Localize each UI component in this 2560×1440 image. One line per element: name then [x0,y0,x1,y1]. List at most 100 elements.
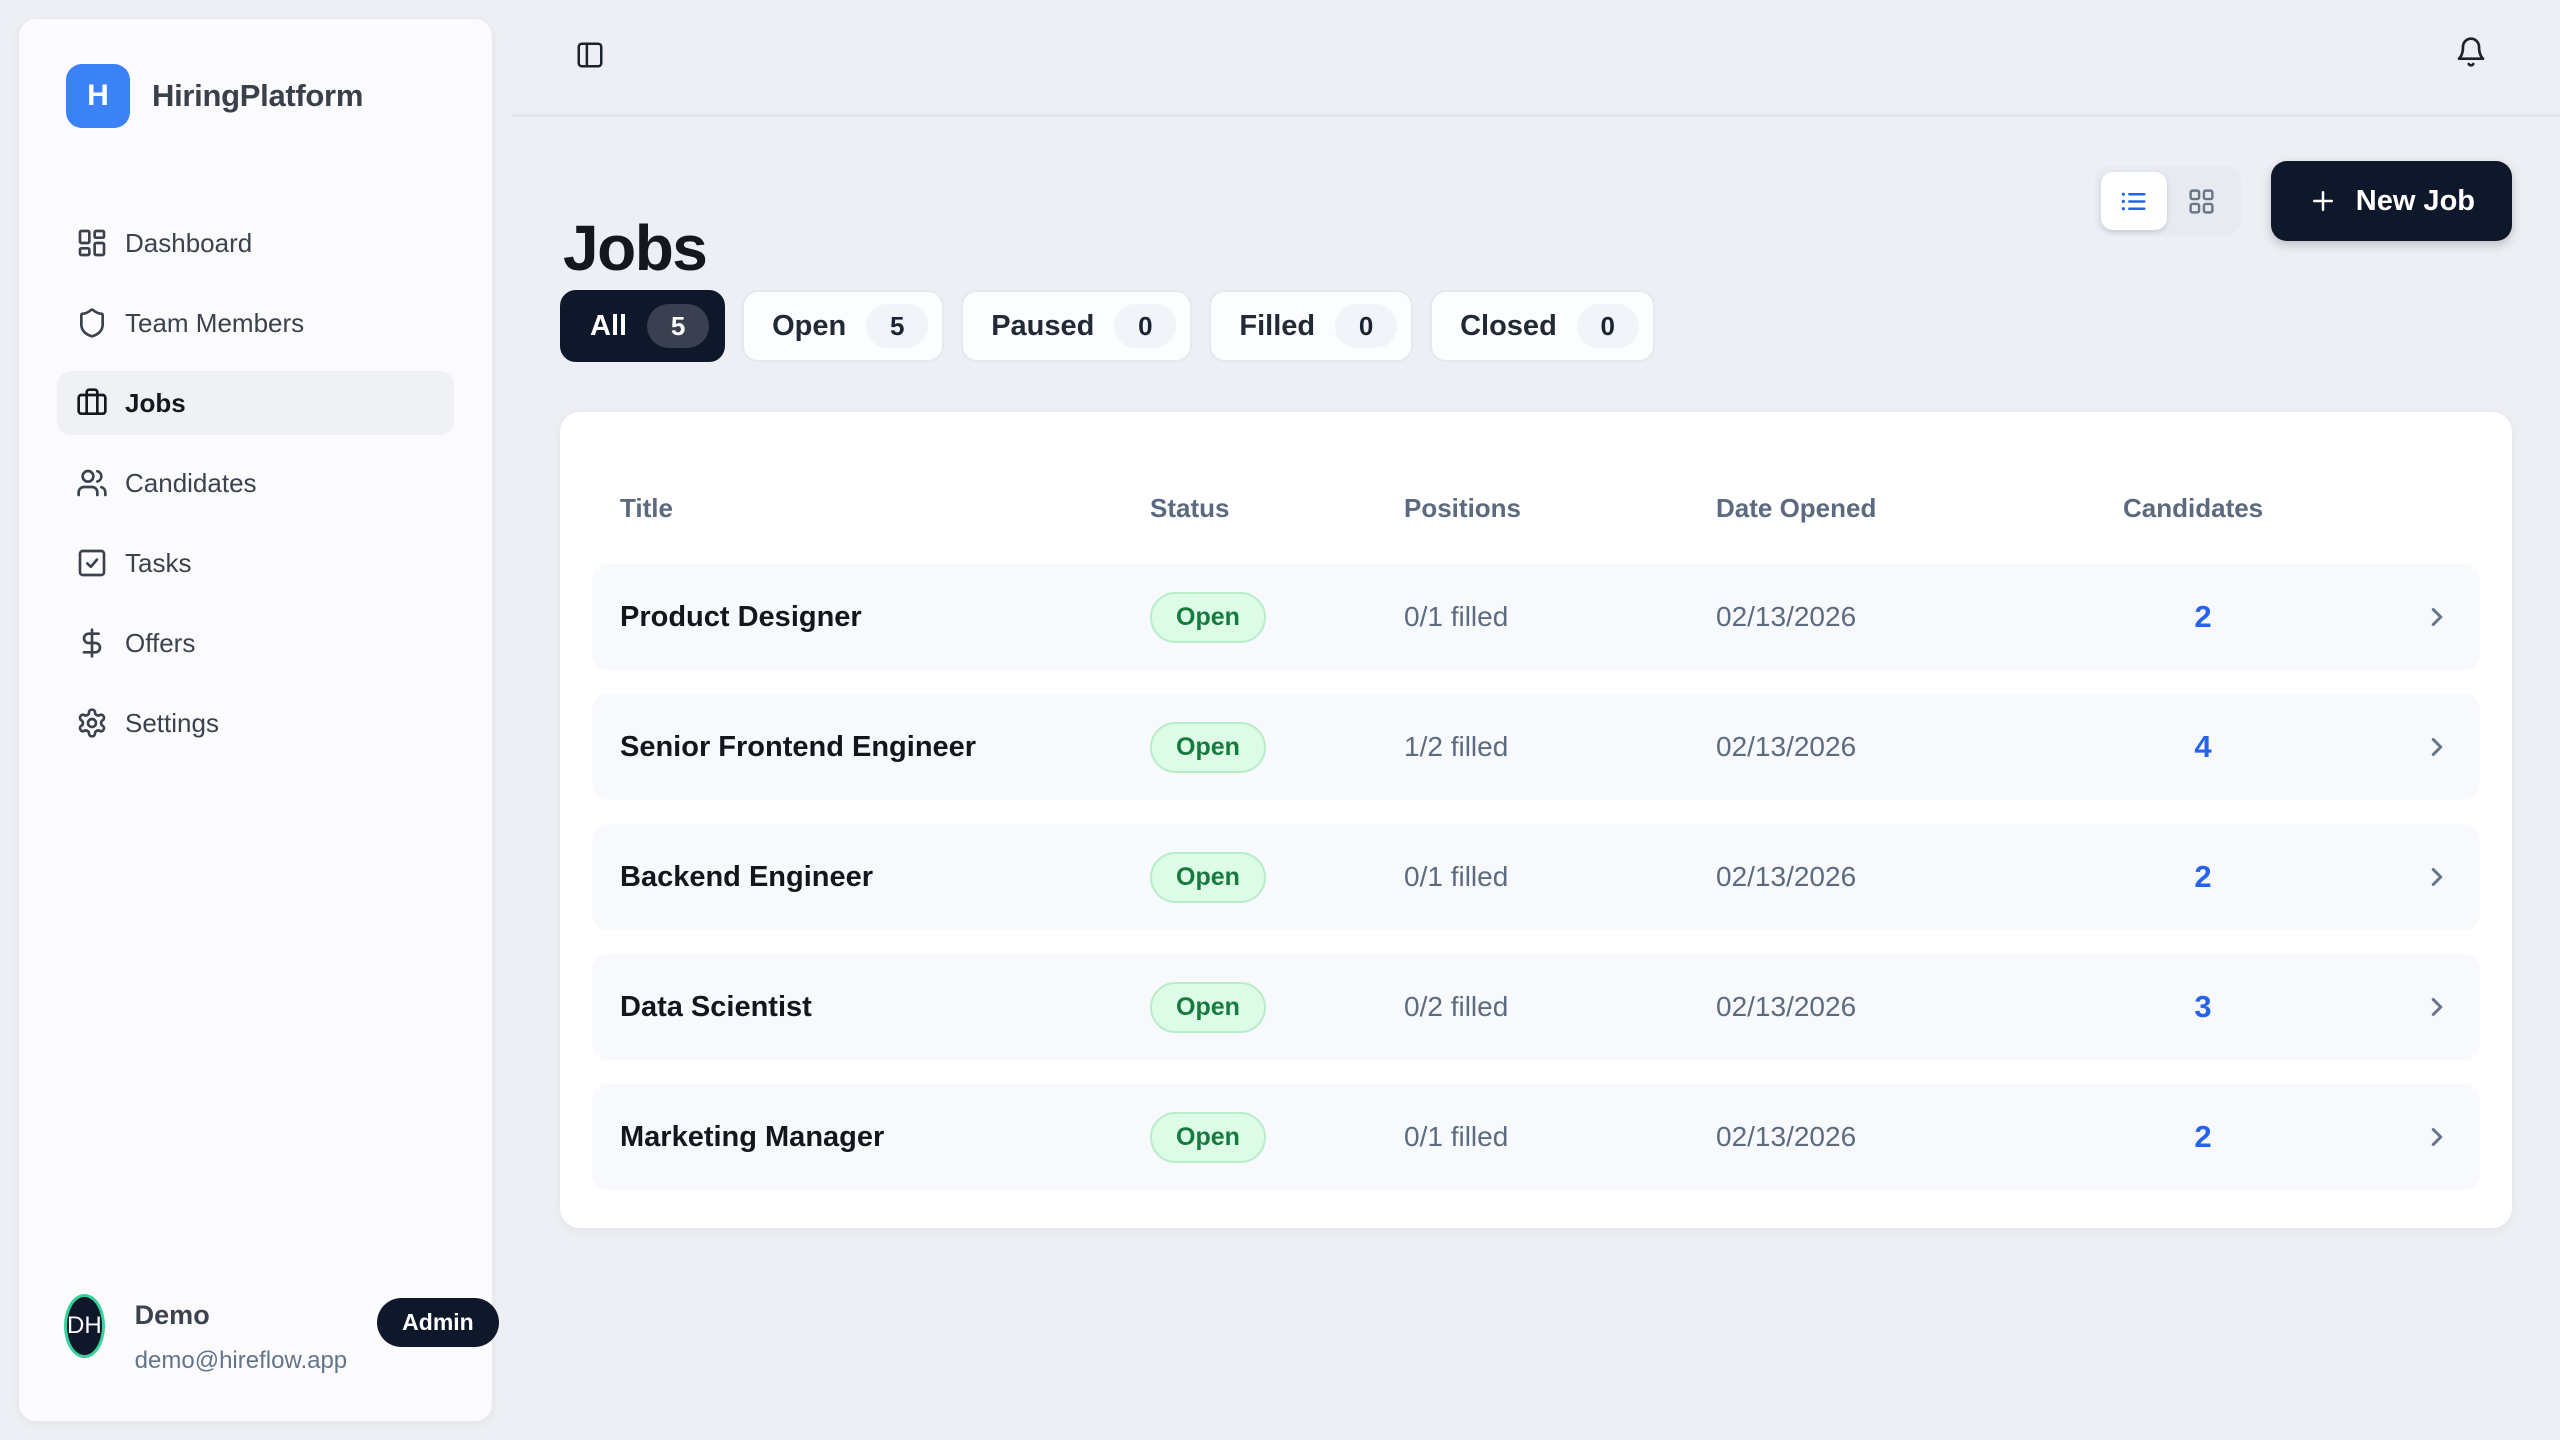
table-row[interactable]: Senior Frontend Engineer Open 1/2 filled… [592,694,2480,800]
job-title: Senior Frontend Engineer [620,731,1150,764]
briefcase-icon [76,387,108,419]
bell-icon [2455,36,2487,68]
table-header: Title Status Positions Date Opened Candi… [592,452,2480,564]
column-header-candidates: Candidates [2123,493,2283,524]
chevron-right-icon[interactable] [2422,602,2452,632]
positions-cell: 0/1 filled [1404,1121,1716,1153]
date-opened-cell: 02/13/2026 [1716,601,2123,633]
column-header-date-opened: Date Opened [1716,493,2123,524]
filter-tab-paused[interactable]: Paused 0 [961,290,1192,362]
sidebar-item-label: Tasks [125,548,191,579]
status-badge: Open [1150,852,1266,903]
column-header-positions: Positions [1404,493,1716,524]
date-opened-cell: 02/13/2026 [1716,731,2123,763]
positions-cell: 1/2 filled [1404,731,1716,763]
jobs-table-card: Title Status Positions Date Opened Candi… [560,412,2512,1228]
role-badge: Admin [377,1298,499,1347]
candidates-count[interactable]: 4 [2123,729,2283,765]
brand: H HiringPlatform [66,64,363,128]
filter-label: Paused [991,310,1094,343]
sidebar: H HiringPlatform Dashboard Team Members … [18,18,493,1422]
status-badge: Open [1150,982,1266,1033]
chevron-right-icon[interactable] [2422,992,2452,1022]
sidebar-item-label: Dashboard [125,228,252,259]
filter-tab-filled[interactable]: Filled 0 [1209,290,1413,362]
job-title: Backend Engineer [620,861,1150,894]
chevron-right-icon[interactable] [2422,1122,2452,1152]
plus-icon [2308,186,2338,216]
filter-label: Filled [1239,310,1315,343]
status-filter-tabs: All 5 Open 5 Paused 0 Filled 0 Closed 0 [560,290,1655,362]
positions-cell: 0/1 filled [1404,861,1716,893]
filter-count-badge: 5 [866,304,928,348]
notifications-button[interactable] [2455,36,2487,68]
view-mode-toggle [2095,166,2241,236]
sidebar-item-label: Candidates [125,468,257,499]
new-job-button[interactable]: New Job [2271,161,2512,241]
sidebar-item-label: Offers [125,628,195,659]
chevron-right-icon[interactable] [2422,862,2452,892]
status-badge: Open [1150,1112,1266,1163]
filter-tab-closed[interactable]: Closed 0 [1430,290,1655,362]
table-row[interactable]: Product Designer Open 0/1 filled 02/13/2… [592,564,2480,670]
filter-label: Open [772,310,846,343]
sidebar-item-jobs[interactable]: Jobs [57,371,454,435]
sidebar-item-label: Jobs [125,388,186,419]
list-icon [2119,187,2148,216]
layout-dashboard-icon [76,227,108,259]
sidebar-item-settings[interactable]: Settings [57,691,454,755]
square-check-icon [76,547,108,579]
candidates-count[interactable]: 3 [2123,989,2283,1025]
sidebar-item-label: Team Members [125,308,304,339]
filter-tab-open[interactable]: Open 5 [742,290,944,362]
sidebar-item-label: Settings [125,708,219,739]
panel-left-icon [575,40,605,70]
column-header-status: Status [1150,493,1404,524]
grid-view-button[interactable] [2169,172,2235,230]
dollar-sign-icon [76,627,108,659]
sidebar-item-candidates[interactable]: Candidates [57,451,454,515]
candidates-count[interactable]: 2 [2123,599,2283,635]
job-title: Marketing Manager [620,1121,1150,1154]
sidebar-item-team-members[interactable]: Team Members [57,291,454,355]
date-opened-cell: 02/13/2026 [1716,861,2123,893]
table-row[interactable]: Data Scientist Open 0/2 filled 02/13/202… [592,954,2480,1060]
candidates-count[interactable]: 2 [2123,859,2283,895]
job-title: Product Designer [620,601,1150,634]
avatar: DH [64,1294,105,1358]
user-card[interactable]: DH Demo demo@hireflow.app Admin [64,1294,454,1375]
candidates-count[interactable]: 2 [2123,1119,2283,1155]
filter-count-badge: 0 [1114,304,1176,348]
filter-label: Closed [1460,310,1557,343]
column-header-title: Title [620,493,1150,524]
status-badge: Open [1150,722,1266,773]
date-opened-cell: 02/13/2026 [1716,1121,2123,1153]
sidebar-nav: Dashboard Team Members Jobs Candidates T… [57,211,454,755]
h-monogram-icon: H [66,64,130,128]
positions-cell: 0/1 filled [1404,601,1716,633]
user-name: Demo [135,1300,347,1331]
chevron-right-icon[interactable] [2422,732,2452,762]
new-job-label: New Job [2356,185,2475,218]
list-view-button[interactable] [2101,172,2167,230]
status-badge: Open [1150,592,1266,643]
filter-count-badge: 5 [647,304,709,348]
page-title: Jobs [563,211,706,285]
header-controls: New Job [2095,161,2512,241]
filter-count-badge: 0 [1577,304,1639,348]
job-title: Data Scientist [620,991,1150,1024]
filter-tab-all[interactable]: All 5 [560,290,725,362]
sidebar-toggle-button[interactable] [575,40,605,70]
date-opened-cell: 02/13/2026 [1716,991,2123,1023]
sidebar-item-dashboard[interactable]: Dashboard [57,211,454,275]
users-icon [76,467,108,499]
layout-grid-icon [2187,187,2216,216]
sidebar-item-tasks[interactable]: Tasks [57,531,454,595]
user-email: demo@hireflow.app [135,1347,347,1375]
table-row[interactable]: Marketing Manager Open 0/1 filled 02/13/… [592,1084,2480,1190]
gear-icon [76,707,108,739]
brand-name: HiringPlatform [152,78,363,114]
shield-icon [76,307,108,339]
table-row[interactable]: Backend Engineer Open 0/1 filled 02/13/2… [592,824,2480,930]
sidebar-item-offers[interactable]: Offers [57,611,454,675]
